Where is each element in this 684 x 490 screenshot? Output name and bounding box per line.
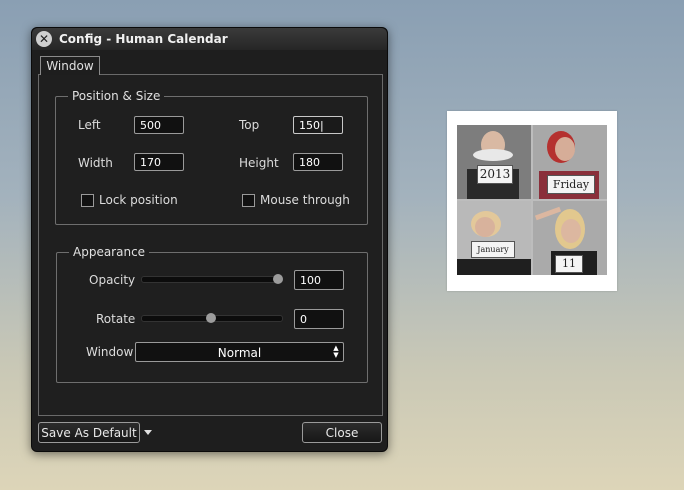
- width-label: Width: [78, 156, 113, 170]
- window-mode-label: Window: [86, 345, 134, 359]
- photo-grid: 2013 Friday January 11: [457, 125, 607, 275]
- save-dropdown-arrow-icon[interactable]: [144, 430, 152, 435]
- width-field[interactable]: 170: [134, 153, 184, 171]
- photo-year: 2013: [457, 125, 531, 199]
- left-label: Left: [78, 118, 101, 132]
- select-arrows-icon: ▲ ▼: [333, 344, 339, 359]
- photo-card: 2013: [477, 165, 513, 184]
- photo-card: January: [471, 241, 515, 258]
- save-as-default-button[interactable]: Save As Default: [38, 422, 140, 443]
- close-icon[interactable]: ✕: [36, 31, 52, 47]
- photo-day: 11: [533, 201, 607, 275]
- left-field[interactable]: 500: [134, 116, 184, 134]
- person-head: [475, 217, 495, 237]
- config-dialog: ✕ Config - Human Calendar Window Positio…: [31, 27, 388, 452]
- appearance-legend: Appearance: [73, 245, 146, 259]
- mouse-through-label[interactable]: Mouse through: [260, 193, 350, 207]
- opacity-field[interactable]: 100: [294, 270, 344, 290]
- opacity-slider-thumb[interactable]: [273, 274, 283, 284]
- title-bar[interactable]: ✕ Config - Human Calendar: [32, 28, 387, 50]
- tab-window[interactable]: Window: [40, 56, 100, 75]
- rotate-field[interactable]: 0: [294, 309, 344, 329]
- window-mode-select[interactable]: Normal ▲ ▼: [135, 342, 344, 362]
- person-hair: [473, 149, 513, 161]
- photo-card: Friday: [547, 175, 595, 194]
- person-head: [561, 219, 581, 243]
- top-label: Top: [239, 118, 260, 132]
- lock-position-checkbox[interactable]: [81, 194, 94, 207]
- window-title: Config - Human Calendar: [59, 32, 228, 46]
- photo-month: January: [457, 201, 531, 275]
- position-size-legend: Position & Size: [72, 89, 161, 103]
- human-calendar-widget[interactable]: 2013 Friday January 11: [447, 111, 617, 291]
- close-button[interactable]: Close: [302, 422, 382, 443]
- tab-panel: Position & Size Left 500 Top 150| Width …: [38, 74, 383, 416]
- photo-weekday: Friday: [533, 125, 607, 199]
- window-mode-value: Normal: [217, 346, 262, 360]
- height-label: Height: [239, 156, 279, 170]
- mouse-through-checkbox[interactable]: [242, 194, 255, 207]
- lock-position-label[interactable]: Lock position: [99, 193, 178, 207]
- person-head: [555, 137, 575, 161]
- height-field[interactable]: 180: [293, 153, 343, 171]
- person-body: [457, 259, 531, 275]
- opacity-slider[interactable]: [141, 276, 283, 283]
- rotate-label: Rotate: [96, 312, 136, 326]
- rotate-slider-thumb[interactable]: [206, 313, 216, 323]
- opacity-label: Opacity: [89, 273, 136, 287]
- top-field[interactable]: 150|: [293, 116, 343, 134]
- photo-card: 11: [555, 255, 583, 273]
